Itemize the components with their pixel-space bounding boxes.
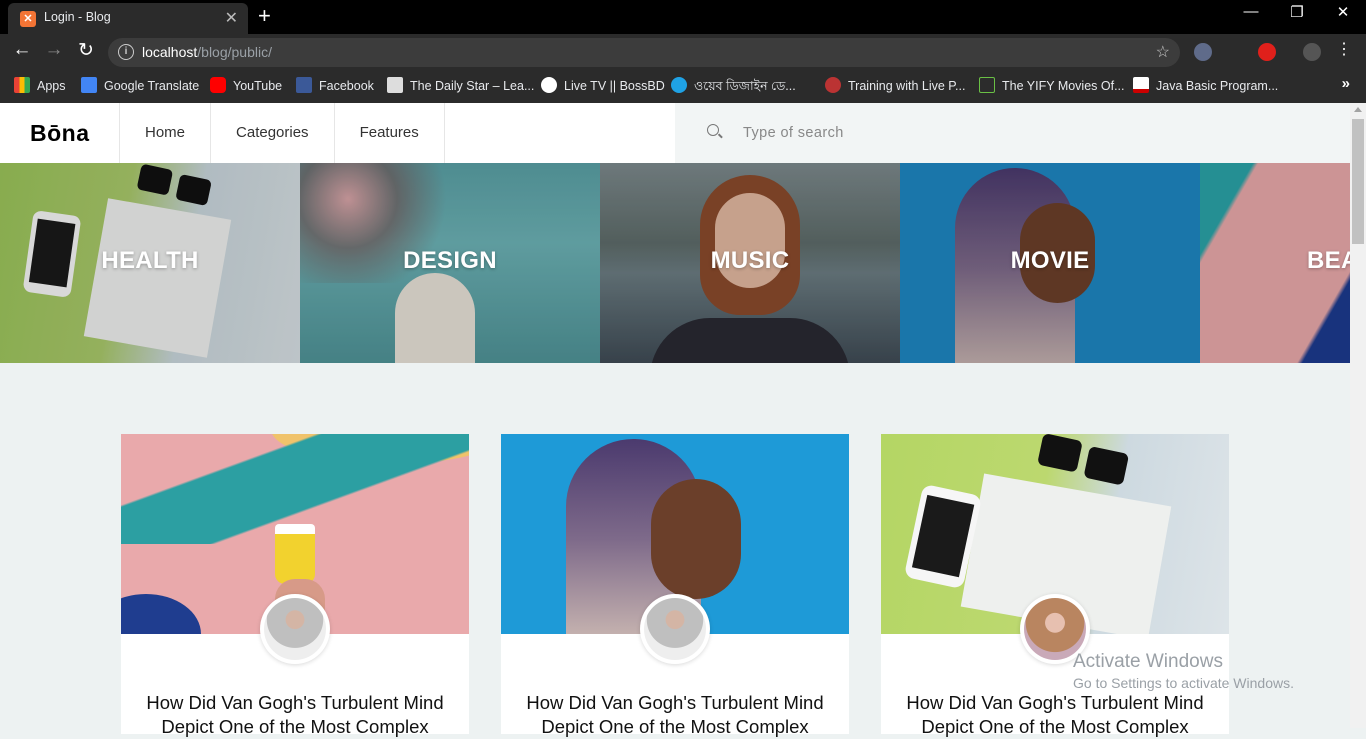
extension-adblock-icon[interactable] [1258, 43, 1276, 61]
globe-icon [541, 77, 557, 93]
training-icon [825, 77, 841, 93]
browser-tab[interactable]: ✕ Login - Blog ✕ [8, 3, 248, 34]
scroll-thumb[interactable] [1352, 119, 1364, 244]
category-beauty[interactable]: BEA [1200, 163, 1350, 363]
bookmarks-bar: Apps Google Translate YouTube Facebook T… [0, 71, 1366, 103]
site-info-icon[interactable]: i [118, 44, 134, 60]
search-input[interactable] [743, 121, 1143, 145]
nav-features[interactable]: Features [333, 103, 445, 163]
browser-tab-strip: ✕ Login - Blog ✕ + — ❐ ✕ [0, 0, 1366, 34]
profile-avatar-icon[interactable] [1303, 43, 1321, 61]
bookmark-facebook[interactable]: Facebook [296, 77, 374, 93]
bookmark-web-design[interactable]: ওয়েব ডিজাইন ডে... [671, 77, 796, 98]
bookmark-live-tv[interactable]: Live TV || BossBD [541, 77, 665, 93]
window-close-icon[interactable]: ✕ [1320, 3, 1366, 21]
back-icon[interactable]: ← [8, 39, 36, 61]
category-label: DESIGN [403, 247, 497, 274]
minimize-icon[interactable]: — [1228, 3, 1274, 20]
bookmark-apps[interactable]: Apps [14, 77, 66, 93]
category-label: MUSIC [710, 247, 790, 274]
nav-home[interactable]: Home [119, 103, 210, 163]
tab-close-icon[interactable]: ✕ [225, 8, 238, 28]
post-title[interactable]: How Did Van Gogh's Turbulent Mind Depict … [901, 691, 1209, 739]
tab-title: Login - Blog [44, 10, 111, 24]
search-box [675, 103, 1350, 163]
windows-activation-watermark: Activate Windows Go to Settings to activ… [1073, 651, 1294, 691]
reload-icon[interactable]: ↻ [72, 39, 100, 62]
category-label: HEALTH [101, 247, 199, 274]
forward-icon[interactable]: → [40, 39, 68, 61]
new-tab-icon[interactable]: + [258, 3, 271, 29]
watermark-title: Activate Windows [1073, 651, 1223, 672]
category-design[interactable]: DESIGN [300, 163, 600, 363]
author-avatar[interactable] [260, 594, 330, 664]
post-card[interactable]: How Did Van Gogh's Turbulent Mind Depict … [501, 434, 849, 737]
bookmark-yify[interactable]: The YIFY Movies Of... [979, 77, 1125, 93]
restore-icon[interactable]: ❐ [1274, 3, 1320, 21]
youtube-icon [210, 77, 226, 93]
coffee-cup-image [275, 524, 315, 584]
bookmarks-overflow-icon[interactable]: » [1342, 75, 1350, 92]
bookmark-google-translate[interactable]: Google Translate [81, 77, 199, 93]
google-translate-icon [81, 77, 97, 93]
main-nav: Home Categories Features [119, 103, 445, 163]
scroll-up-arrow-icon[interactable] [1354, 107, 1362, 112]
nav-categories[interactable]: Categories [210, 103, 334, 163]
category-health[interactable]: HEALTH [0, 163, 300, 363]
facebook-icon [296, 77, 312, 93]
yify-icon [979, 77, 995, 93]
url-text[interactable]: localhost/blog/public/ [142, 44, 272, 60]
watermark-subtitle: Go to Settings to activate Windows. [1073, 675, 1294, 691]
site-logo[interactable]: Bōna [30, 120, 90, 147]
apps-grid-icon [14, 77, 30, 93]
category-movie[interactable]: MOVIE [900, 163, 1200, 363]
bookmark-youtube[interactable]: YouTube [210, 77, 282, 93]
xampp-favicon-icon: ✕ [20, 11, 36, 27]
search-icon [707, 124, 719, 136]
post-title[interactable]: How Did Van Gogh's Turbulent Mind Depict … [141, 691, 449, 739]
bookmark-training[interactable]: Training with Live P... [825, 77, 965, 93]
post-title[interactable]: How Did Van Gogh's Turbulent Mind Depict … [521, 691, 829, 739]
extension-cursor-icon[interactable] [1194, 43, 1212, 61]
bookmark-java[interactable]: Java Basic Program... [1133, 77, 1278, 93]
daily-star-icon [387, 77, 403, 93]
post-card[interactable]: How Did Van Gogh's Turbulent Mind Depict … [121, 434, 469, 737]
chrome-menu-icon[interactable]: ⋮ [1330, 39, 1358, 59]
bookmark-star-icon[interactable]: ☆ [1156, 42, 1170, 62]
category-slider: HEALTH DESIGN MUSIC MOVIE BEA [0, 163, 1350, 363]
address-bar[interactable]: i localhost/blog/public/ ☆ [108, 38, 1180, 67]
category-music[interactable]: MUSIC [600, 163, 900, 363]
web-design-icon [671, 77, 687, 93]
site-header: Bōna Home Categories Features [0, 103, 1350, 163]
java-icon [1133, 77, 1149, 93]
category-label: BEA [1307, 247, 1350, 274]
category-label: MOVIE [1010, 247, 1090, 274]
bookmark-daily-star[interactable]: The Daily Star – Lea... [387, 77, 534, 93]
browser-toolbar: ← → ↻ i localhost/blog/public/ ☆ ⋮ [0, 34, 1366, 71]
page-scrollbar[interactable] [1350, 103, 1366, 728]
author-avatar[interactable] [640, 594, 710, 664]
